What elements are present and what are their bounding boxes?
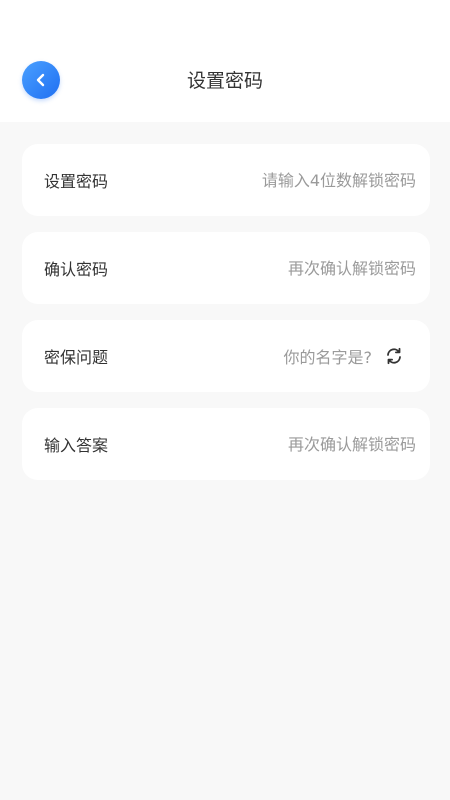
refresh-question-button[interactable] (382, 344, 406, 368)
confirm-password-row: 确认密码 (22, 232, 430, 304)
set-password-row: 设置密码 (22, 144, 430, 216)
confirm-password-input[interactable] (120, 258, 416, 278)
security-question-label: 密保问题 (44, 348, 109, 367)
set-password-input[interactable] (120, 170, 416, 190)
header-bar: 设置密码 (0, 0, 450, 122)
answer-row: 输入答案 (22, 408, 430, 480)
security-question-row: 密保问题 你的名字是? (22, 320, 430, 392)
answer-input[interactable] (120, 434, 416, 454)
refresh-icon (387, 347, 401, 365)
answer-label: 输入答案 (44, 436, 109, 455)
set-password-label: 设置密码 (44, 172, 109, 191)
security-question-value: 你的名字是? (283, 348, 373, 367)
confirm-password-label: 确认密码 (44, 260, 109, 279)
page-title: 设置密码 (186, 70, 263, 92)
password-form: 设置密码 确认密码 密保问题 你的名字是? 输入答案 (22, 144, 430, 496)
